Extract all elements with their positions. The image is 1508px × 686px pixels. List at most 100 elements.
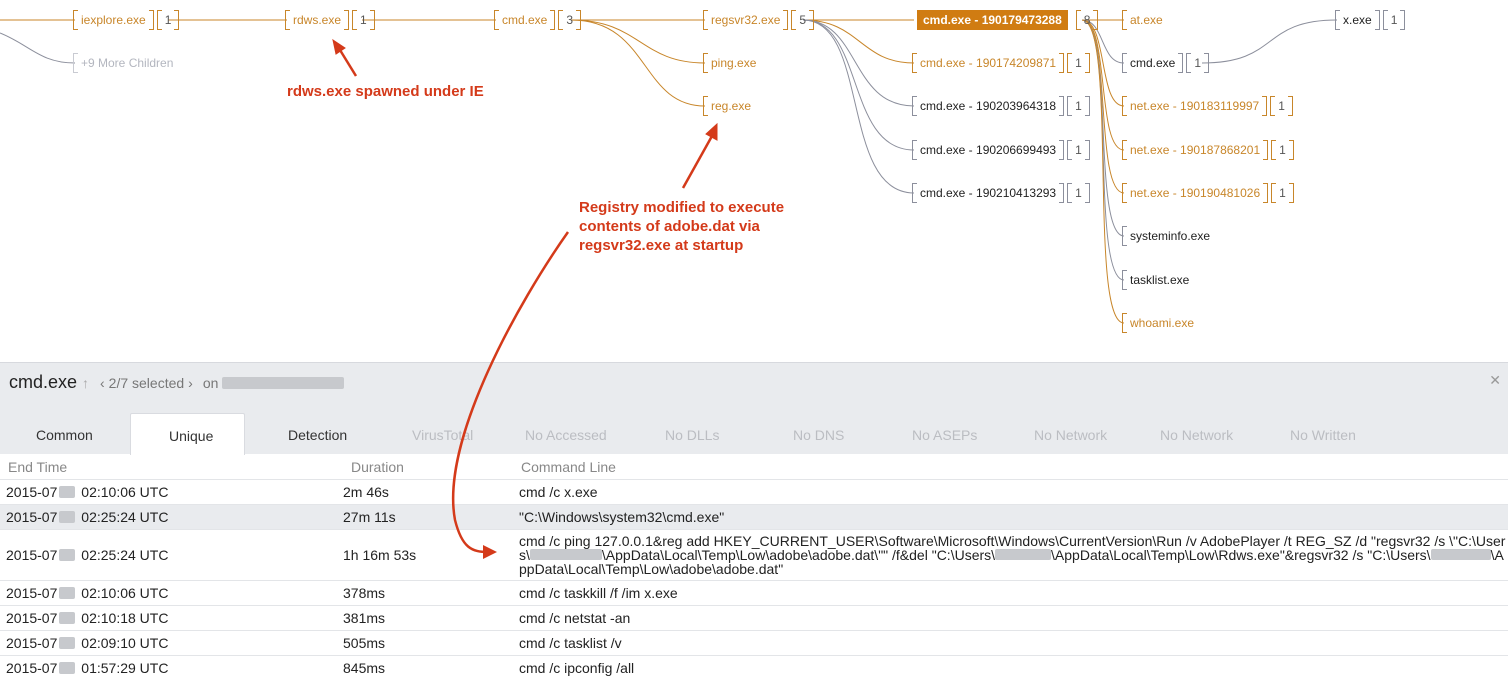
end-time-cell: 2015-07 02:10:06 UTC xyxy=(0,580,343,606)
tab-no-written[interactable]: No Written xyxy=(1290,427,1356,443)
node-cmd-190210413293[interactable]: cmd.exe - 190210413293 1 xyxy=(912,182,1090,204)
link xyxy=(0,32,76,64)
link xyxy=(802,19,915,64)
node-net-190187868201[interactable]: net.exe - 190187868201 1 xyxy=(1122,139,1294,161)
table-row[interactable]: 2015-07 02:10:06 UTC 2m 46s cmd /c x.exe xyxy=(0,479,1508,505)
selection-count: 2/7 selected xyxy=(108,375,185,391)
command-line-cell: cmd /c ping 127.0.0.1&reg add HKEY_CURRE… xyxy=(519,529,1508,581)
end-time-cell: 2015-07 02:10:18 UTC xyxy=(0,605,343,631)
command-line-cell: cmd /c netstat -an xyxy=(519,605,1508,631)
link xyxy=(802,19,915,194)
tab-unique[interactable]: Unique xyxy=(169,428,213,444)
end-time-cell: 2015-07 02:25:24 UTC xyxy=(0,504,343,530)
node-regsvr32[interactable]: regsvr32.exe 5 xyxy=(703,9,815,31)
prev-icon[interactable]: ‹ xyxy=(100,375,105,391)
duration-cell: 2m 46s xyxy=(343,479,519,505)
duration-cell: 845ms xyxy=(343,655,519,681)
annotation-line: regsvr32.exe at startup xyxy=(579,237,744,254)
node-x[interactable]: x.exe 1 xyxy=(1335,9,1406,31)
count-badge: 5 xyxy=(799,13,807,27)
end-time-cell: 2015-07 02:25:24 UTC xyxy=(0,529,343,581)
arrowhead-icon xyxy=(332,38,346,55)
command-line-part: cmd /c ping 127.0.0.1&reg add HKEY_CURRE… xyxy=(519,533,1506,549)
annotation-arrow-reg xyxy=(681,135,714,189)
table-row[interactable]: 2015-07 02:10:18 UTC 381ms cmd /c netsta… xyxy=(0,605,1508,631)
panel-header: cmd.exe ↑ ‹ 2/7 selected › on ✕ Common U… xyxy=(0,362,1508,455)
node-net-190183119997[interactable]: net.exe - 190183119997 1 xyxy=(1122,95,1293,117)
node-cmd[interactable]: cmd.exe 3 xyxy=(494,9,582,31)
detail-panel: cmd.exe ↑ ‹ 2/7 selected › on ✕ Common U… xyxy=(0,362,1508,686)
command-line-cell: cmd /c ipconfig /all xyxy=(519,655,1508,681)
tab-no-network-2[interactable]: No Network xyxy=(1160,427,1233,443)
tab-bar: Common Unique Detection VirusTotal No Ac… xyxy=(0,413,1508,455)
command-line-cell: "C:\Windows\system32\cmd.exe" xyxy=(519,504,1508,530)
count-badge: 1 xyxy=(1278,99,1285,113)
tab-detection[interactable]: Detection xyxy=(288,427,347,443)
tab-no-aseps[interactable]: No ASEPs xyxy=(912,427,977,443)
table-row[interactable]: 2015-07 01:57:29 UTC 845ms cmd /c ipconf… xyxy=(0,655,1508,681)
count-badge: 1 xyxy=(1390,13,1398,27)
tab-no-dlls[interactable]: No DLLs xyxy=(665,427,719,443)
column-header[interactable]: Duration xyxy=(343,454,519,480)
annotation-line: contents of adobe.dat via xyxy=(579,218,760,235)
table-row[interactable]: 2015-07 02:25:24 UTC 27m 11s "C:\Windows… xyxy=(0,504,1508,530)
end-time-cell: 2015-07 02:09:10 UTC xyxy=(0,630,343,656)
duration-cell: 1h 16m 53s xyxy=(343,529,519,581)
annotation-line: Registry modified to execute xyxy=(579,199,785,216)
command-line-part: ppData\Local\Temp\Low\adobe\adobe.dat" xyxy=(519,561,784,577)
table-row[interactable]: 2015-07 02:09:10 UTC 505ms cmd /c taskli… xyxy=(0,630,1508,656)
tab-no-network[interactable]: No Network xyxy=(1034,427,1107,443)
tab-no-dns[interactable]: No DNS xyxy=(793,427,844,443)
node-rdws[interactable]: rdws.exe 1 xyxy=(285,9,375,31)
count-badge: 1 xyxy=(1194,56,1202,70)
selection-info: ‹ 2/7 selected › on xyxy=(100,375,345,391)
node-cmd-190206699493[interactable]: cmd.exe - 190206699493 1 xyxy=(912,139,1090,161)
duration-cell: 505ms xyxy=(343,630,519,656)
count-badge: 1 xyxy=(1075,99,1082,113)
column-header[interactable]: End Time xyxy=(0,454,343,480)
count-badge: 1 xyxy=(1075,56,1082,70)
node-more-children[interactable]: +9 More Children xyxy=(73,52,176,74)
table-row[interactable]: 2015-07 02:10:06 UTC 378ms cmd /c taskki… xyxy=(0,580,1508,606)
command-line-part: s\ \AppData\Local\Temp\Low\adobe\adobe.da… xyxy=(519,547,1504,563)
node-reg[interactable]: reg.exe xyxy=(703,95,754,117)
redacted-hostname xyxy=(222,377,345,389)
table-row[interactable]: 2015-07 02:25:24 UTC 1h 16m 53s cmd /c p… xyxy=(0,529,1508,581)
tab-no-accessed[interactable]: No Accessed xyxy=(525,427,607,443)
node-iexplore[interactable]: iexplore.exe 1 xyxy=(73,9,180,31)
command-line-cell: cmd /c x.exe xyxy=(519,479,1508,505)
node-tasklist[interactable]: tasklist.exe xyxy=(1122,269,1192,291)
command-line-cell: cmd /c taskkill /f /im x.exe xyxy=(519,580,1508,606)
process-name: cmd.exe xyxy=(9,372,78,392)
next-icon[interactable]: › xyxy=(188,375,193,391)
up-arrow-icon[interactable]: ↑ xyxy=(82,375,89,391)
close-icon[interactable]: ✕ xyxy=(1489,372,1501,389)
count-badge: 1 xyxy=(1075,186,1082,200)
tab-common[interactable]: Common xyxy=(36,427,93,443)
annotation-arrow-rdws xyxy=(338,49,358,77)
node-cmd-child[interactable]: cmd.exe 1 xyxy=(1122,52,1210,74)
duration-cell: 381ms xyxy=(343,605,519,631)
node-ping[interactable]: ping.exe xyxy=(703,52,759,74)
count-badge: 1 xyxy=(164,13,172,27)
node-at[interactable]: at.exe xyxy=(1122,9,1166,31)
count-badge: 3 xyxy=(566,13,574,27)
node-net-190190481026[interactable]: net.exe - 190190481026 1 xyxy=(1122,182,1294,204)
node-whoami[interactable]: whoami.exe xyxy=(1122,312,1197,334)
node-cmd-selected[interactable]: cmd.exe - 190179473288 8 xyxy=(912,9,1099,31)
node-systeminfo[interactable]: systeminfo.exe xyxy=(1122,225,1213,247)
duration-cell: 27m 11s xyxy=(343,504,519,530)
column-header[interactable]: Command Line xyxy=(519,454,1508,480)
node-cmd-190174209871[interactable]: cmd.exe - 190174209871 1 xyxy=(912,52,1090,74)
end-time-cell: 2015-07 02:10:06 UTC xyxy=(0,479,343,505)
link xyxy=(802,19,915,151)
link xyxy=(570,19,706,107)
on-label: on xyxy=(202,375,219,391)
count-badge: 1 xyxy=(360,13,367,27)
tab-virustotal[interactable]: VirusTotal xyxy=(412,427,473,443)
panel-title: cmd.exe ↑ xyxy=(9,372,89,393)
annotation-rdws: rdws.exe spawned under IE xyxy=(287,83,484,100)
process-tree: iexplore.exe 1 +9 More Children rdws.exe… xyxy=(0,0,1508,362)
node-cmd-190203964318[interactable]: cmd.exe - 190203964318 1 xyxy=(912,95,1090,117)
end-time-cell: 2015-07 01:57:29 UTC xyxy=(0,655,343,681)
